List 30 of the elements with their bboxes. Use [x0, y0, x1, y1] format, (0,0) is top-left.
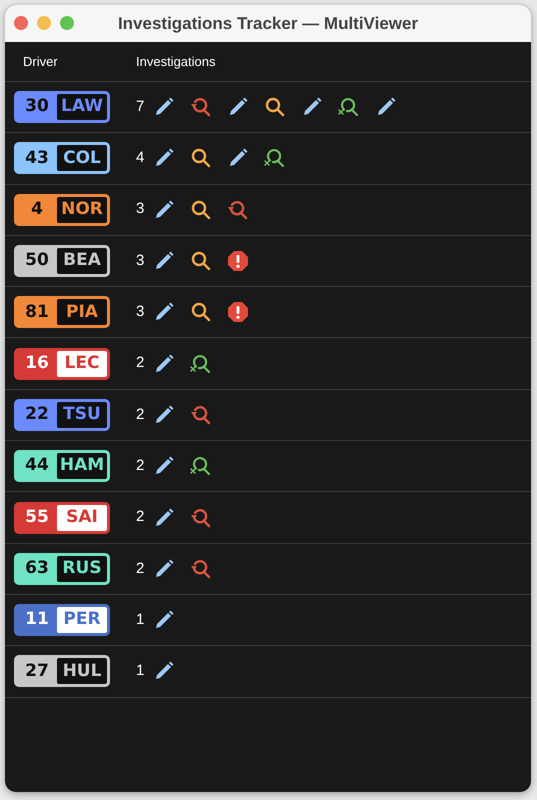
driver-badge: 55 SAI [14, 502, 110, 534]
driver-badge: 27 HUL [14, 655, 110, 688]
window-title: Investigations Tracker — MultiViewer [118, 12, 418, 35]
driver-badge: 22 TSU [14, 398, 110, 431]
investigation-count: 4 [136, 148, 146, 168]
investigation-count: 3 [136, 302, 146, 322]
driver-badge: 63 RUS [14, 552, 110, 585]
investigation-count: 1 [136, 661, 146, 682]
investigation-count: 7 [136, 96, 146, 117]
investigation-count: 3 [136, 199, 146, 220]
driver-badge: 43 COL [14, 142, 110, 174]
column-header: Driver [22, 52, 59, 71]
close-button[interactable] [14, 16, 28, 30]
driver-badge: 50 BEA [14, 245, 110, 278]
driver-badge: 30 LAW [14, 91, 110, 124]
investigation-count: 3 [136, 250, 146, 271]
driver-badge: 81 PIA [14, 296, 110, 328]
investigation-count: 2 [136, 404, 146, 425]
column-header: Investigations [136, 52, 216, 71]
investigation-count: 2 [136, 558, 146, 579]
investigation-count: 1 [136, 610, 146, 630]
investigation-count: 2 [136, 456, 146, 476]
driver-badge: 4 NOR [14, 194, 110, 226]
investigation-count: 2 [136, 353, 146, 374]
driver-badge: 11 PER [14, 604, 110, 636]
investigation-count: 2 [136, 507, 146, 528]
driver-badge: 16 LEC [14, 348, 110, 380]
minimize-button[interactable] [37, 16, 51, 30]
zoom-button[interactable] [60, 16, 74, 30]
driver-badge: 44 HAM [14, 450, 110, 482]
